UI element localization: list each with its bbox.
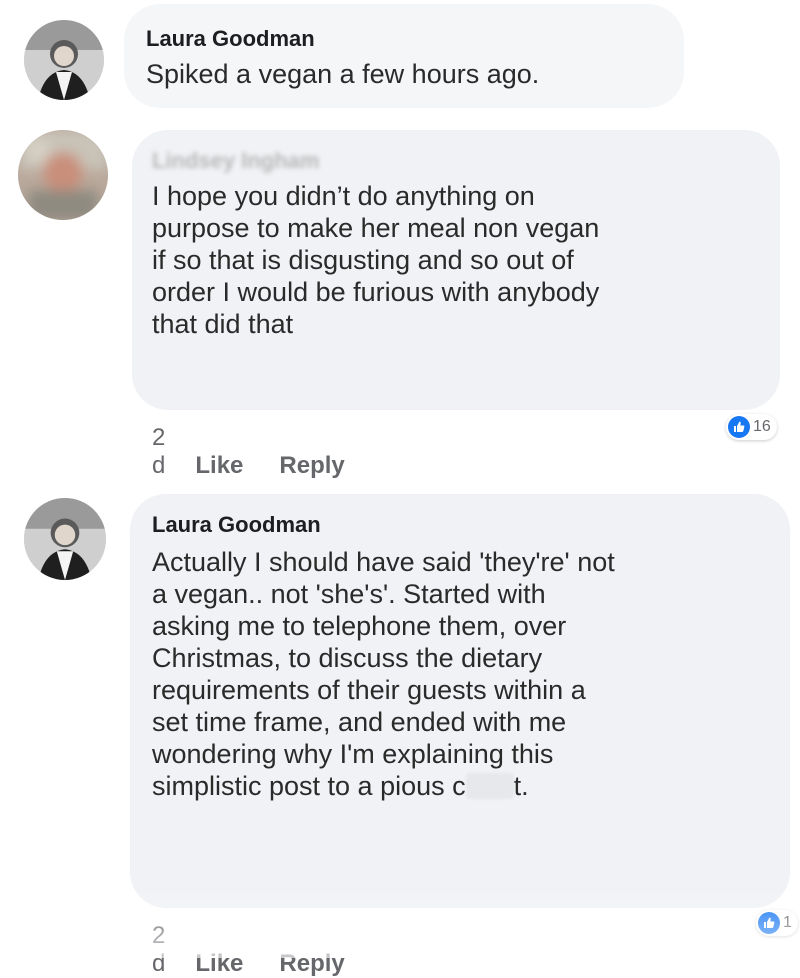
like-link[interactable]: Like: [195, 452, 243, 479]
profile-photo-icon: [24, 498, 106, 580]
reaction-number: 16: [753, 418, 771, 435]
comment-text-part: t.: [513, 771, 529, 801]
blurred-profile-photo-icon: [18, 130, 108, 220]
comment-bubble: Laura Goodman Spiked a vegan a few hours…: [124, 4, 684, 108]
comment-bubble: Laura Goodman Actually I should have sai…: [130, 494, 790, 908]
comment-actions: 2 d Like Reply: [152, 922, 381, 978]
profile-photo-icon: [24, 20, 104, 100]
comment-time[interactable]: 2 d: [152, 424, 165, 479]
comment-time[interactable]: 2 d: [152, 922, 165, 977]
avatar[interactable]: [18, 130, 108, 220]
reaction-number: 1: [783, 914, 792, 931]
redaction-mark: [465, 773, 514, 799]
comment-text: Spiked a vegan a few hours ago.: [146, 59, 540, 89]
comment-author[interactable]: Laura Goodman: [152, 512, 790, 538]
reply-link[interactable]: Reply: [279, 950, 344, 977]
comment-actions: 2 d Like Reply: [152, 424, 381, 480]
thumbs-up-icon: [758, 912, 780, 934]
comment-text: I hope you didn’t do anything on purpose…: [152, 181, 600, 339]
comment-text-part: Actually I should have said 'they're' no…: [152, 547, 615, 801]
reaction-count[interactable]: 16: [726, 414, 777, 440]
reaction-count[interactable]: 1: [756, 910, 798, 936]
avatar[interactable]: [24, 20, 104, 100]
comment-author[interactable]: Laura Goodman: [146, 26, 684, 52]
comment-bubble: Lindsey Ingham I hope you didn’t do anyt…: [132, 130, 780, 410]
reply-link[interactable]: Reply: [279, 452, 344, 479]
thumbs-up-icon: [728, 416, 750, 438]
avatar[interactable]: [24, 498, 106, 580]
comment-text: Actually I should have said 'they're' no…: [152, 546, 790, 802]
like-link[interactable]: Like: [195, 950, 243, 977]
comment-author[interactable]: Lindsey Ingham: [152, 148, 780, 174]
